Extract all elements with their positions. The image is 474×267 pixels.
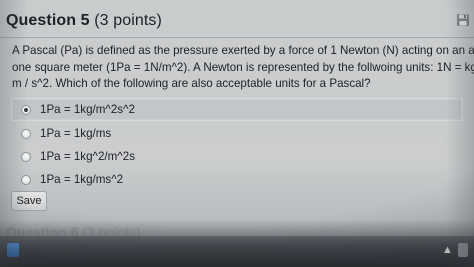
floppy-disk-icon[interactable] xyxy=(456,13,470,27)
arrow-up-icon[interactable]: ▲ xyxy=(442,243,453,257)
question-number: Question 5 xyxy=(6,12,90,29)
answer-options: 1Pa = 1kg/m^2s^2 1Pa = 1kg/ms 1Pa = 1kg^… xyxy=(11,98,463,192)
question-header: Question 5 (3 points) xyxy=(0,8,474,34)
radio-button[interactable] xyxy=(21,174,31,185)
radio-button-selected[interactable] xyxy=(21,104,31,115)
taskbar: ▲ xyxy=(0,236,474,267)
answer-option-label: 1Pa = 1kg^2/m^2s xyxy=(40,150,135,163)
app-icon[interactable] xyxy=(7,243,19,257)
quiz-screen: Question 5 (3 points) A Pascal (Pa) is d… xyxy=(0,0,474,267)
prompt-line: A Pascal (Pa) is defined as the pressure… xyxy=(12,44,474,57)
window-icon[interactable] xyxy=(458,243,468,257)
answer-option-label: 1Pa = 1kg/m^2s^2 xyxy=(40,103,135,116)
answer-option-label: 1Pa = 1kg/ms^2 xyxy=(40,173,124,186)
header-divider xyxy=(0,37,474,38)
radio-button[interactable] xyxy=(21,128,31,139)
save-button[interactable]: Save xyxy=(11,191,47,211)
answer-option[interactable]: 1Pa = 1kg^2/m^2s xyxy=(12,146,462,167)
question-title: Question 5 (3 points) xyxy=(6,12,162,30)
answer-option[interactable]: 1Pa = 1kg/ms^2 xyxy=(12,169,462,190)
answer-option[interactable]: 1Pa = 1kg/ms xyxy=(12,123,462,144)
prompt-line: one square meter (1Pa = 1N/m^2). A Newto… xyxy=(12,60,474,74)
prompt-line: m / s^2. Which of the following are also… xyxy=(12,77,371,90)
answer-option[interactable]: 1Pa = 1kg/m^2s^2 xyxy=(11,98,463,121)
answer-option-label: 1Pa = 1kg/ms xyxy=(40,127,112,140)
question-prompt: A Pascal (Pa) is defined as the pressure… xyxy=(12,43,474,93)
radio-button[interactable] xyxy=(21,151,31,162)
question-points: (3 points) xyxy=(94,12,162,29)
